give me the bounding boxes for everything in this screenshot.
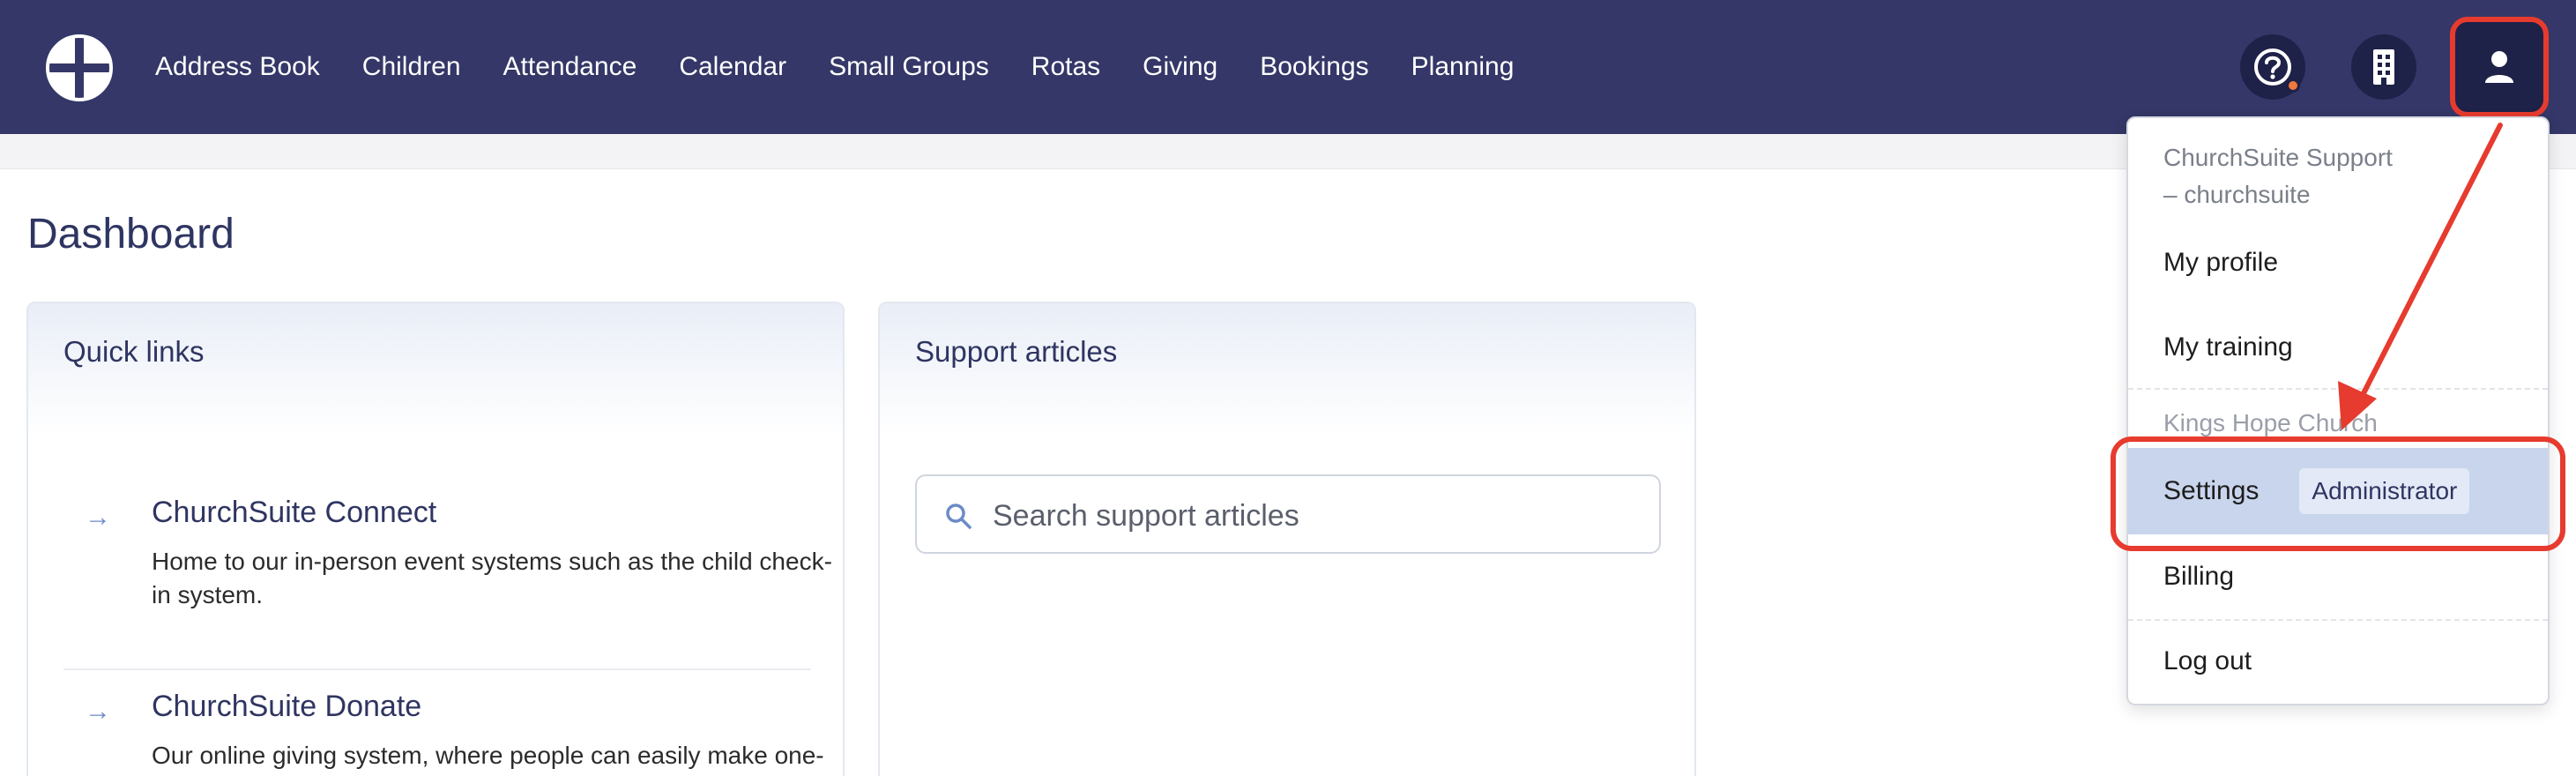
menu-settings[interactable]: Settings Administrator xyxy=(2128,448,2548,534)
menu-my-profile[interactable]: My profile xyxy=(2128,220,2548,305)
menu-log-out[interactable]: Log out xyxy=(2128,619,2548,704)
menu-church-name: Kings Hope Church xyxy=(2163,409,2378,436)
nav-attendance[interactable]: Attendance xyxy=(503,52,637,82)
quick-links-title: Quick links xyxy=(63,335,205,368)
nav-small-groups[interactable]: Small Groups xyxy=(829,52,989,82)
quick-link-title[interactable]: ChurchSuite Connect xyxy=(152,496,436,530)
building-icon xyxy=(2373,49,2394,85)
support-articles-card: Support articles Search support articles xyxy=(878,302,1696,776)
menu-user-name: ChurchSuite Support xyxy=(2163,144,2393,171)
churchsuite-logo-icon[interactable] xyxy=(44,33,115,103)
nav-rotas[interactable]: Rotas xyxy=(1031,52,1100,82)
menu-billing-label: Billing xyxy=(2163,562,2235,591)
menu-billing[interactable]: Billing xyxy=(2128,534,2548,619)
menu-divider xyxy=(2128,388,2548,390)
quick-links-header: Quick links xyxy=(28,303,843,437)
user-menu-button[interactable] xyxy=(2450,17,2549,117)
main-nav: Address Book Children Attendance Calenda… xyxy=(155,0,1556,134)
support-articles-title: Support articles xyxy=(915,335,1118,368)
quick-link-description: Our online giving system, where people c… xyxy=(152,742,824,776)
menu-user-info: ChurchSuite Support – churchsuite xyxy=(2163,139,2534,213)
notification-dot xyxy=(2286,78,2300,93)
menu-my-profile-label: My profile xyxy=(2163,248,2279,277)
menu-my-training[interactable]: My training xyxy=(2128,305,2548,390)
nav-calendar[interactable]: Calendar xyxy=(679,52,786,82)
quick-link-donate[interactable]: → ChurchSuite Donate Our online giving s… xyxy=(63,668,824,776)
support-articles-header: Support articles xyxy=(880,303,1694,437)
search-placeholder: Search support articles xyxy=(993,499,1299,533)
nav-giving[interactable]: Giving xyxy=(1143,52,1217,82)
nav-planning[interactable]: Planning xyxy=(1411,52,1515,82)
menu-log-out-label: Log out xyxy=(2163,646,2252,675)
menu-my-training-label: My training xyxy=(2163,332,2293,362)
help-button[interactable] xyxy=(2240,34,2305,100)
quick-link-title[interactable]: ChurchSuite Donate xyxy=(152,690,421,724)
page-title: Dashboard xyxy=(27,211,235,257)
top-navbar: Address Book Children Attendance Calenda… xyxy=(0,0,2576,134)
page: Address Book Children Attendance Calenda… xyxy=(0,0,2576,776)
nav-children[interactable]: Children xyxy=(362,52,461,82)
administrator-badge: Administrator xyxy=(2299,468,2470,514)
user-dropdown-menu: ChurchSuite Support – churchsuite My pro… xyxy=(2126,116,2550,705)
menu-user-account: – churchsuite xyxy=(2163,181,2311,208)
menu-settings-label: Settings xyxy=(2163,476,2260,505)
quick-link-description: Home to our in-person event systems such… xyxy=(152,548,832,608)
user-icon xyxy=(2485,51,2513,83)
organisation-button[interactable] xyxy=(2351,34,2416,100)
quick-links-card: Quick links → ChurchSuite Connect Home t… xyxy=(26,302,845,776)
arrow-right-icon: → xyxy=(85,503,111,532)
nav-address-book[interactable]: Address Book xyxy=(155,52,320,82)
search-icon xyxy=(946,504,972,529)
support-search-input[interactable]: Search support articles xyxy=(915,474,1661,554)
arrow-right-icon: → xyxy=(85,697,111,726)
nav-bookings[interactable]: Bookings xyxy=(1260,52,1368,82)
